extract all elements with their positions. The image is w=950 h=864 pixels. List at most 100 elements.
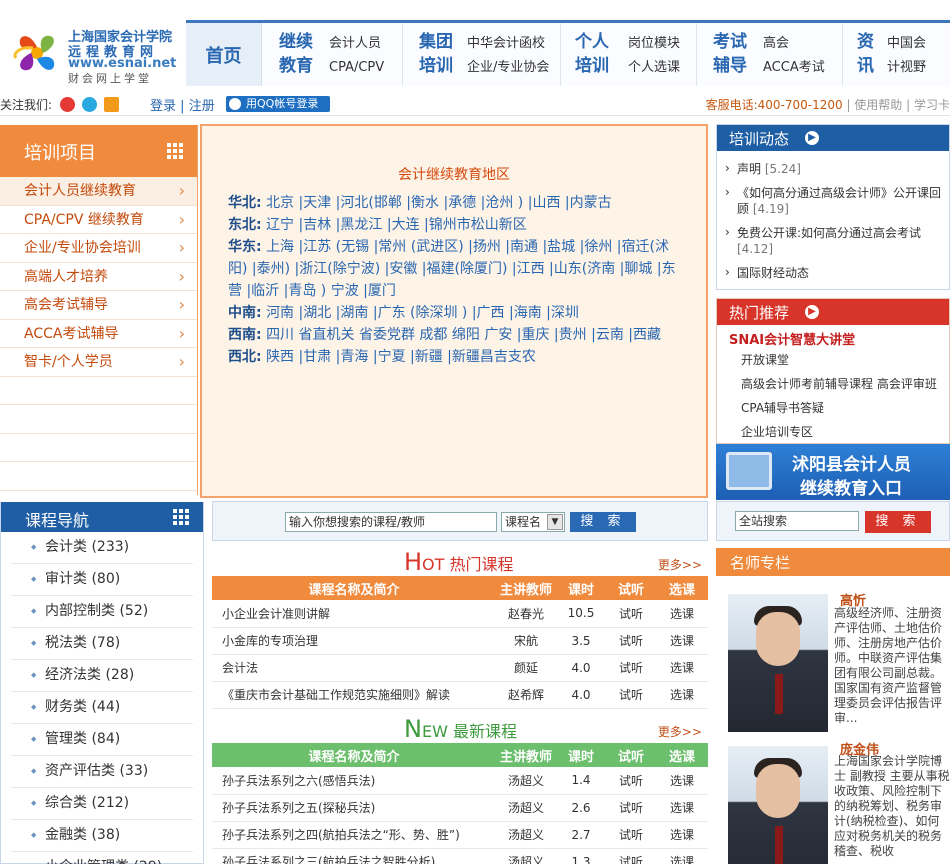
nav-group-big[interactable]: 培训 [575, 54, 609, 78]
nav-link[interactable]: 计视野 [887, 56, 926, 80]
region-links[interactable]: 辽宁 |吉林 |黑龙江 |大连 |锦州市松山新区 [266, 217, 527, 233]
course-category[interactable]: 金融类 (38) [11, 820, 193, 852]
arrow-right-icon[interactable]: ▶ [805, 131, 819, 145]
nav-group-big[interactable]: 个人 [575, 30, 609, 54]
teacher[interactable]: 赵希辉 [496, 681, 556, 709]
weibo-icon[interactable] [60, 97, 75, 112]
news-item[interactable]: 国际财经动态 [725, 261, 943, 285]
site-search-button[interactable]: 搜 索 [865, 511, 931, 533]
preview-link[interactable]: 试听 [606, 821, 656, 849]
training-item[interactable]: 高会考试辅导 [0, 291, 197, 320]
teacher[interactable]: 赵春光 [496, 600, 556, 628]
region-links[interactable]: 北京 |天津 |河北(邯郸 |衡水 |承德 |沧州 ) |山西 |内蒙古 [266, 195, 612, 211]
nav-group-big[interactable]: 考试 [713, 30, 747, 54]
training-item[interactable]: 企业/专业协会培训 [0, 234, 197, 263]
course-name[interactable]: 孙子兵法系列之三(航拍兵法之智胜分析) [212, 848, 496, 864]
preview-link[interactable]: 试听 [606, 794, 656, 822]
teacher[interactable]: 宋航 [496, 627, 556, 655]
nav-group-big[interactable]: 教育 [279, 54, 313, 78]
course-category[interactable]: 审计类 (80) [11, 564, 193, 596]
teacher[interactable]: 汤超义 [496, 821, 556, 849]
nav-link[interactable]: CPA/CPV [329, 56, 384, 80]
arrow-right-icon[interactable]: ▶ [805, 305, 819, 319]
enroll-link[interactable]: 选课 [656, 681, 708, 709]
preview-link[interactable]: 试听 [606, 767, 656, 795]
nav-link[interactable]: ACCA考试 [763, 56, 825, 80]
help-link[interactable]: | 使用帮助 [846, 98, 902, 112]
nav-group-big[interactable]: 继续 [279, 30, 313, 54]
course-search-input[interactable]: 输入你想搜索的课程/教师 [285, 512, 497, 532]
login-link[interactable]: 登录 [150, 99, 176, 114]
hot-link[interactable]: 企业培训专区 [741, 423, 813, 440]
course-category[interactable]: 管理类 (84) [11, 724, 193, 756]
preview-link[interactable]: 试听 [606, 654, 656, 682]
training-item[interactable]: ACCA考试辅导 [0, 320, 197, 348]
training-item[interactable]: 高端人才培养 [0, 263, 197, 291]
enroll-link[interactable]: 选课 [656, 600, 708, 628]
enroll-link[interactable]: 选课 [656, 654, 708, 682]
preview-link[interactable]: 试听 [606, 627, 656, 655]
qq-login-button[interactable]: 用QQ帐号登录 [226, 96, 330, 112]
more-link[interactable]: 更多>> [658, 556, 702, 573]
teacher[interactable]: 汤超义 [496, 848, 556, 864]
region-links[interactable]: 河南 |湖北 |湖南 |广东 (除深圳 ) |广西 |海南 |深圳 [266, 305, 579, 321]
preview-link[interactable]: 试听 [606, 848, 656, 864]
site-search-input[interactable]: 全站搜索 [735, 511, 859, 531]
region-links[interactable]: 陕西 |甘肃 |青海 |宁夏 |新疆 |新疆昌吉支农 [266, 349, 536, 365]
hot-link[interactable]: 高级会计师考前辅导课程 高会评审班 [741, 375, 937, 392]
region-links[interactable]: 四川 省直机关 省委党群 成都 绵阳 广安 |重庆 |贵州 |云南 |西藏 [266, 327, 661, 343]
news-item[interactable]: 免费公开课:如何高分通过高会考试 [4.12] [725, 221, 943, 261]
snai-lecture-link[interactable]: SNAI会计智慧大讲堂 [729, 329, 855, 348]
teacher[interactable]: 汤超义 [496, 767, 556, 795]
training-item[interactable]: 智卡/个人学员 [0, 348, 197, 377]
nav-link[interactable]: 岗位模块 [628, 32, 680, 56]
tencent-weibo-icon[interactable] [82, 97, 97, 112]
course-name[interactable]: 孙子兵法系列之四(航拍兵法之“形、势、胜”) [212, 821, 496, 849]
nav-group-big[interactable]: 培训 [419, 54, 453, 78]
nav-link[interactable]: 高会 [763, 32, 789, 56]
course-category[interactable]: 资产评估类 (33) [11, 756, 193, 788]
learn-card-link[interactable]: | 学习卡 [906, 98, 950, 112]
enroll-link[interactable]: 选课 [656, 821, 708, 849]
course-name[interactable]: 小企业会计准则讲解 [212, 600, 496, 628]
teacher-photo[interactable] [728, 746, 828, 864]
course-name[interactable]: 孙子兵法系列之五(探秘兵法) [212, 794, 496, 822]
course-name[interactable]: 小金库的专项治理 [212, 627, 496, 655]
course-category[interactable]: 小企业管理类 (29) [11, 852, 193, 864]
news-item[interactable]: 《如何高分通过高级会计师》公开课回顾 [4.19] [725, 181, 943, 221]
training-item[interactable]: 会计人员继续教育 [0, 177, 197, 206]
region-links[interactable]: 上海 |江苏 (无锡 |常州 (武进区) |扬州 |南通 |盐城 |徐州 |宿迁… [228, 239, 676, 299]
nav-group-big[interactable]: 辅导 [713, 54, 747, 78]
nav-link[interactable]: 个人选课 [628, 56, 680, 80]
course-category[interactable]: 财务类 (44) [11, 692, 193, 724]
course-name[interactable]: 《重庆市会计基础工作规范实施细则》解读 [212, 681, 496, 709]
nav-link[interactable]: 中国会 [887, 32, 926, 56]
preview-link[interactable]: 试听 [606, 681, 656, 709]
register-link[interactable]: 注册 [189, 99, 215, 114]
preview-link[interactable]: 试听 [606, 600, 656, 628]
nav-link[interactable]: 会计人员 [329, 32, 381, 56]
shuyang-entry-banner[interactable]: 沭阳县会计人员 继续教育入口 [716, 444, 950, 500]
course-name[interactable]: 会计法 [212, 654, 496, 682]
course-category[interactable]: 税法类 (78) [11, 628, 193, 660]
enroll-link[interactable]: 选课 [656, 848, 708, 864]
nav-home[interactable]: 首页 [186, 23, 262, 86]
course-category[interactable]: 经济法类 (28) [11, 660, 193, 692]
course-name[interactable]: 孙子兵法系列之六(感悟兵法) [212, 767, 496, 795]
news-item[interactable]: 声明 [5.24] [725, 157, 943, 181]
search-type-select[interactable]: 课程名 ▼ [501, 512, 565, 532]
teacher[interactable]: 汤超义 [496, 794, 556, 822]
nav-group-big[interactable]: 资 [857, 30, 874, 54]
teacher-photo[interactable] [728, 594, 828, 732]
course-category[interactable]: 会计类 (233) [11, 532, 193, 564]
nav-link[interactable]: 中华会计函校 [467, 32, 545, 56]
nav-group-big[interactable]: 集团 [419, 30, 453, 54]
hot-link[interactable]: 开放课堂 [741, 351, 789, 368]
nav-group-big[interactable]: 讯 [857, 54, 874, 78]
more-link[interactable]: 更多>> [658, 723, 702, 740]
teacher[interactable]: 颜延 [496, 654, 556, 682]
course-category[interactable]: 内部控制类 (52) [11, 596, 193, 628]
hot-link[interactable]: CPA辅导书答疑 [741, 399, 824, 416]
training-item[interactable]: CPA/CPV 继续教育 [0, 206, 197, 234]
course-category[interactable]: 综合类 (212) [11, 788, 193, 820]
